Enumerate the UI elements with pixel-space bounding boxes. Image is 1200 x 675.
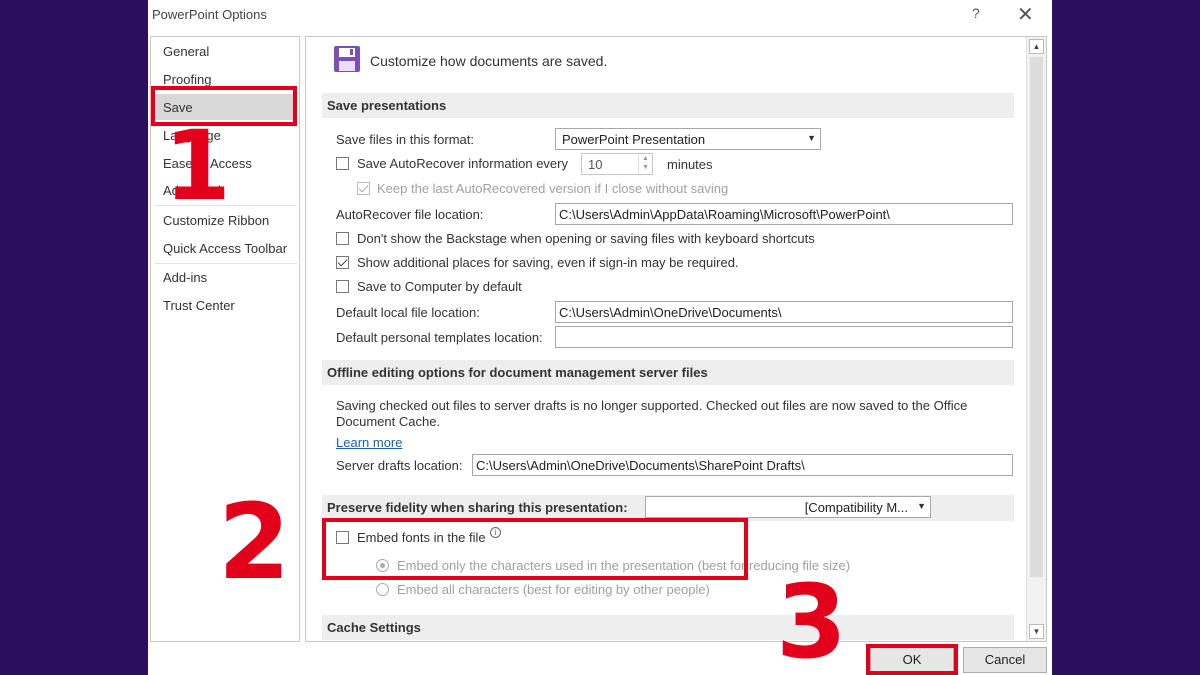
autorecover-minutes-value: 10 bbox=[588, 157, 603, 172]
highlight-embed-fonts bbox=[322, 518, 748, 580]
spinner-arrows-icon[interactable]: ▲ ▼ bbox=[638, 154, 652, 174]
server-drafts-input[interactable]: C:\Users\Admin\OneDrive\Documents\ShareP… bbox=[472, 454, 1013, 476]
dont-show-backstage-checkbox[interactable] bbox=[336, 232, 349, 245]
autorecover-minutes-spinner[interactable]: 10 ▲ ▼ bbox=[581, 153, 653, 175]
section-cache-settings: Cache Settings bbox=[322, 615, 1014, 640]
chevron-down-icon: ▼ bbox=[807, 133, 816, 143]
highlight-ok-button bbox=[866, 644, 958, 675]
window-title: PowerPoint Options bbox=[152, 7, 267, 22]
embed-all-label: Embed all characters (best for editing b… bbox=[397, 582, 710, 597]
default-local-label: Default local file location: bbox=[336, 305, 480, 320]
section-offline-editing: Offline editing options for document man… bbox=[322, 360, 1014, 385]
autorecover-location-label: AutoRecover file location: bbox=[336, 207, 484, 222]
autorecover-label: Save AutoRecover information every bbox=[357, 156, 568, 171]
content-scrollbar[interactable]: ▲ ▼ bbox=[1026, 37, 1046, 641]
format-select-value: PowerPoint Presentation bbox=[562, 132, 706, 147]
save-to-computer-checkbox[interactable] bbox=[336, 280, 349, 293]
show-additional-places-checkbox[interactable] bbox=[336, 256, 349, 269]
nav-item-general[interactable]: General bbox=[163, 44, 209, 59]
keep-last-checkbox[interactable] bbox=[357, 182, 370, 195]
nav-divider bbox=[155, 263, 297, 264]
offline-description-line1: Saving checked out files to server draft… bbox=[336, 398, 968, 413]
embed-all-radio[interactable] bbox=[376, 583, 389, 596]
server-drafts-label: Server drafts location: bbox=[336, 458, 463, 473]
scroll-down-icon[interactable]: ▼ bbox=[1029, 624, 1044, 639]
cancel-button[interactable]: Cancel bbox=[963, 647, 1047, 673]
nav-item-proofing[interactable]: Proofing bbox=[163, 72, 211, 87]
fidelity-presentation-value: [Compatibility M... bbox=[804, 500, 908, 515]
title-bar: PowerPoint Options ? ✕ bbox=[148, 0, 1052, 30]
format-label: Save files in this format: bbox=[336, 132, 474, 147]
show-additional-places-label: Show additional places for saving, even … bbox=[357, 255, 739, 270]
scroll-up-icon[interactable]: ▲ bbox=[1029, 39, 1044, 54]
nav-item-quick-access-toolbar[interactable]: Quick Access Toolbar bbox=[163, 241, 287, 256]
nav-item-trust-center[interactable]: Trust Center bbox=[163, 298, 235, 313]
nav-item-add-ins[interactable]: Add-ins bbox=[163, 270, 207, 285]
dont-show-backstage-label: Don't show the Backstage when opening or… bbox=[357, 231, 815, 246]
scroll-thumb[interactable] bbox=[1030, 57, 1043, 577]
default-local-input[interactable]: C:\Users\Admin\OneDrive\Documents\ bbox=[555, 301, 1013, 323]
floppy-disk-icon bbox=[334, 46, 360, 72]
learn-more-link[interactable]: Learn more bbox=[336, 435, 402, 450]
minutes-label: minutes bbox=[667, 157, 713, 172]
step-2-label: 2 bbox=[218, 481, 291, 603]
autorecover-checkbox[interactable] bbox=[336, 157, 349, 170]
autorecover-location-input[interactable]: C:\Users\Admin\AppData\Roaming\Microsoft… bbox=[555, 203, 1013, 225]
default-templates-label: Default personal templates location: bbox=[336, 330, 543, 345]
help-button[interactable]: ? bbox=[972, 5, 980, 21]
offline-description-line2: Document Cache. bbox=[336, 414, 441, 429]
step-1-label: 1 bbox=[164, 110, 231, 222]
section-save-presentations: Save presentations bbox=[322, 93, 1014, 118]
close-button[interactable]: ✕ bbox=[1017, 2, 1034, 27]
fidelity-presentation-select[interactable]: [Compatibility M... ▼ bbox=[645, 496, 931, 518]
keep-last-label: Keep the last AutoRecovered version if I… bbox=[377, 181, 729, 196]
default-templates-input[interactable] bbox=[555, 326, 1013, 348]
format-select[interactable]: PowerPoint Presentation ▼ bbox=[555, 128, 821, 150]
page-header: Customize how documents are saved. bbox=[370, 53, 608, 69]
chevron-down-icon: ▼ bbox=[917, 501, 926, 511]
save-to-computer-label: Save to Computer by default bbox=[357, 279, 522, 294]
step-3-label: 3 bbox=[776, 563, 847, 675]
